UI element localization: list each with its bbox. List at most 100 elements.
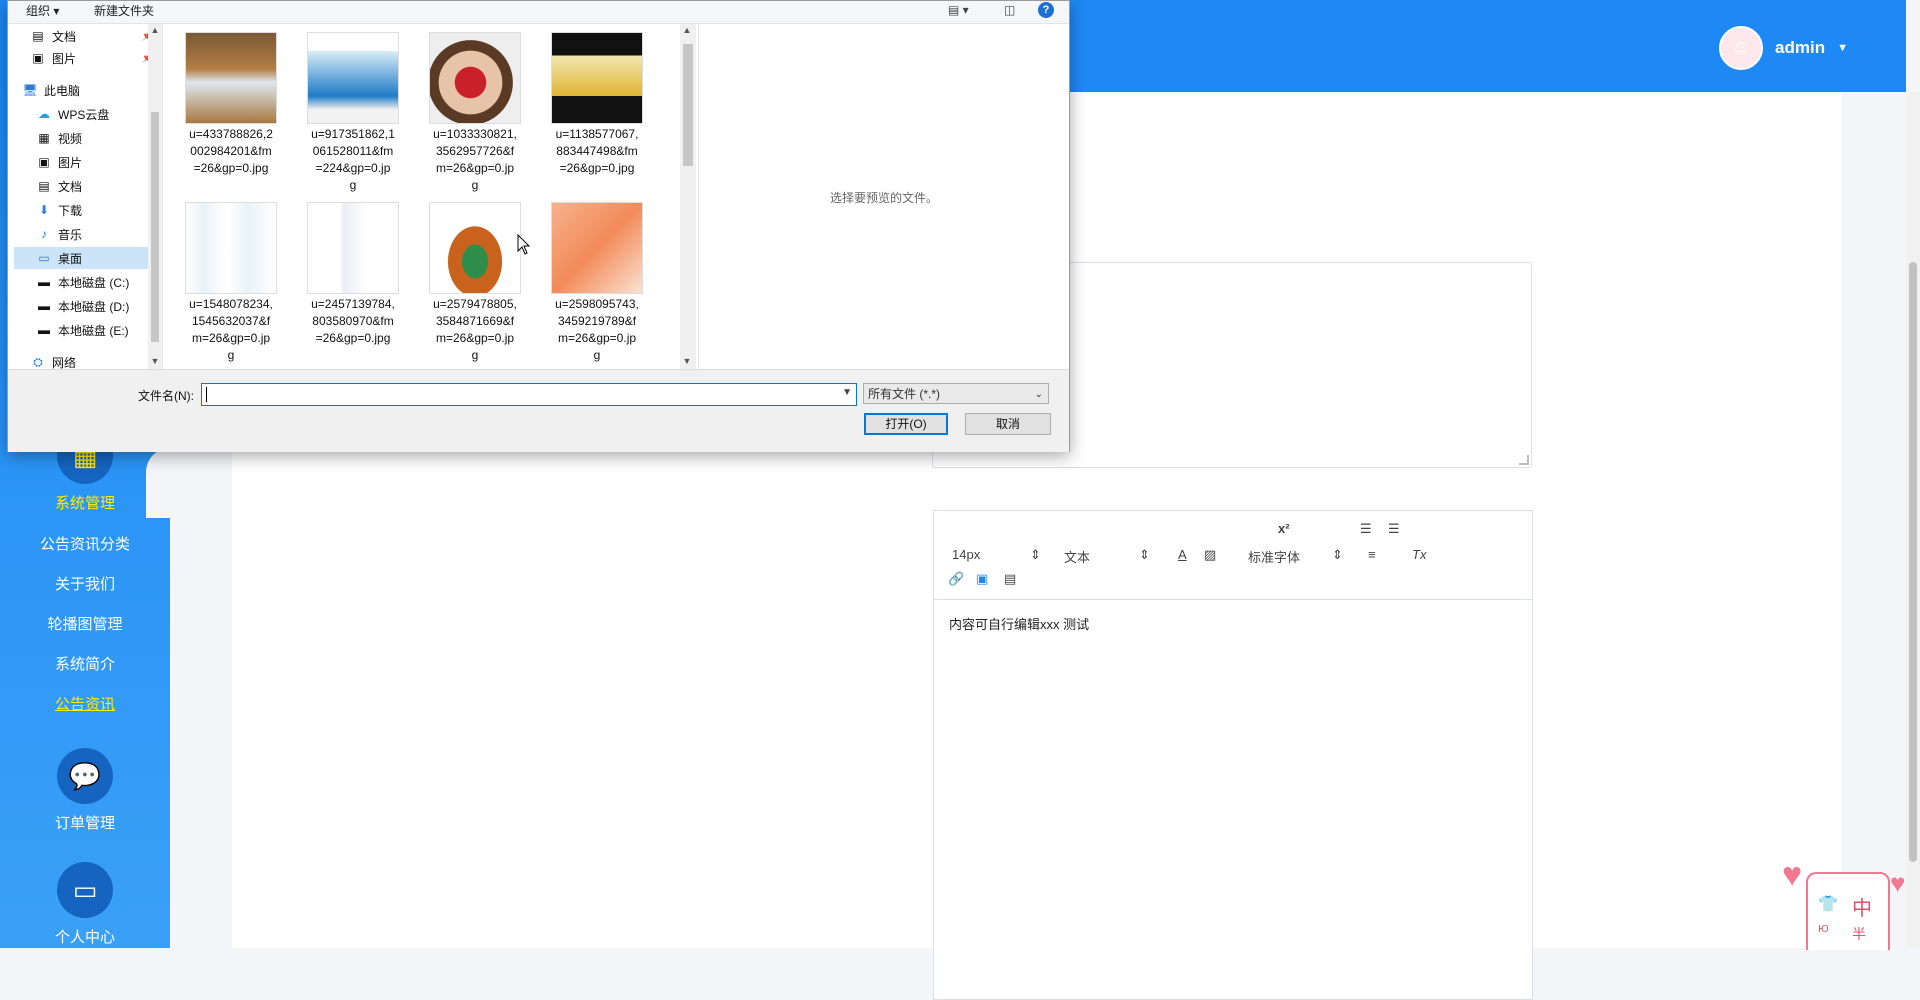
file-list-scrollbar-thumb[interactable] (683, 44, 693, 166)
file-item[interactable]: u=2598095743, 3459219789&f m=26&gp=0.jp … (542, 194, 652, 364)
scroll-up-icon[interactable]: ▲ (680, 25, 694, 35)
nav-item-pictures-2[interactable]: ▣ 图片 (36, 151, 82, 173)
nav-label: 本地磁盘 (C:) (58, 275, 130, 290)
font-family-chevron-icon[interactable]: ⇕ (1332, 547, 1343, 563)
chevron-down-icon[interactable]: ⌄ (1035, 384, 1043, 405)
sidebar-item-carousel-manage[interactable]: 轮播图管理 (0, 613, 170, 634)
sidebar-item-announcement[interactable]: 公告资讯 (0, 693, 170, 714)
pictures-icon: ▣ (38, 155, 50, 169)
font-family-select[interactable]: 标准字体 (1248, 547, 1300, 566)
format-select[interactable]: 文本 (1064, 547, 1090, 566)
font-size-select[interactable]: 14px (952, 547, 980, 562)
file-name: u=1033330821, 3562957726&f m=26&gp=0.jp … (433, 127, 517, 192)
file-name: u=2598095743, 3459219789&f m=26&gp=0.jp … (555, 297, 639, 362)
file-item[interactable]: u=1548078234, 1545632037&f m=26&gp=0.jp … (176, 194, 286, 364)
nav-item-pictures[interactable]: ▣图片📌 (30, 47, 154, 69)
nav-scrollbar-thumb[interactable] (151, 112, 159, 342)
nav-label: 本地磁盘 (E:) (58, 323, 129, 338)
nav-label: 视频 (58, 131, 83, 146)
file-item[interactable]: u=2579478805, 3584871669&f m=26&gp=0.jp … (420, 194, 530, 364)
nav-item-this-pc[interactable]: 🖥 此电脑 (22, 79, 80, 101)
nav-item-wps-cloud[interactable]: ☁ WPS云盘 (36, 103, 109, 125)
drive-icon: ▬ (38, 323, 50, 337)
image-icon[interactable]: ▣ (976, 571, 988, 587)
nav-item-videos[interactable]: ▦ 视频 (36, 127, 82, 149)
sidebar-item-about-us[interactable]: 关于我们 (0, 573, 170, 594)
nav-label: 音乐 (58, 227, 83, 242)
file-item[interactable]: u=2457139784, 803580970&fm =26&gp=0.jpg (298, 194, 408, 347)
card-icon[interactable]: ▭ (57, 862, 113, 918)
user-menu[interactable]: ☺ admin ▼ (1719, 26, 1848, 70)
file-list-scrollbar[interactable]: ▲ ▼ (680, 24, 696, 369)
sidebar-item-system-manage[interactable]: 系统管理 (0, 492, 170, 513)
mascot-widget[interactable]: ♥ ♥ 👕 中 Ю 半 (1780, 852, 1918, 950)
sidebar-item-system-intro[interactable]: 系统简介 (0, 653, 170, 674)
mascot-board: 👕 中 Ю 半 (1806, 872, 1890, 950)
drive-icon: ▬ (38, 299, 50, 313)
nav-item-desktop[interactable]: ▭ 桌面 (14, 247, 148, 269)
drive-icon: ▬ (38, 275, 50, 289)
chevron-down-icon[interactable]: ▼ (842, 387, 852, 398)
nav-item-documents[interactable]: ▤文档📌 (30, 25, 154, 47)
file-item[interactable]: u=433788826,2 002984201&fm =26&gp=0.jpg (176, 24, 286, 177)
cancel-button[interactable]: 取消 (965, 413, 1051, 435)
sidebar-item-announcement-category[interactable]: 公告资讯分类 (0, 533, 170, 554)
desktop-icon: ▭ (38, 251, 50, 265)
file-item[interactable]: u=917351862,1 061528011&fm =224&gp=0.jp … (298, 24, 408, 194)
file-item[interactable]: u=1033330821, 3562957726&f m=26&gp=0.jp … (420, 24, 530, 194)
username[interactable]: admin (1775, 38, 1825, 58)
font-color-icon[interactable]: A (1178, 547, 1187, 562)
new-folder-button[interactable]: 新建文件夹 (94, 2, 154, 19)
font-size-chevron-icon[interactable]: ⇕ (1030, 547, 1041, 563)
preview-placeholder: 选择要预览的文件。 (829, 191, 938, 205)
nav-scrollbar[interactable]: ▲ ▼ (148, 24, 162, 369)
indent-decrease-icon[interactable]: ☰ (1360, 521, 1372, 537)
nav-item-documents-2[interactable]: ▤ 文档 (36, 175, 82, 197)
cloud-icon: ☁ (38, 107, 50, 121)
chevron-down-icon[interactable]: ▼ (1837, 42, 1848, 54)
preview-pane-icon[interactable]: ◫ (1004, 3, 1015, 17)
organize-menu[interactable]: 组织 ▾ (26, 2, 59, 19)
file-thumbnail (429, 202, 521, 294)
filename-input[interactable]: ▼ (201, 383, 857, 406)
background-color-icon[interactable]: ▨ (1204, 547, 1216, 563)
nav-item-drive-d[interactable]: ▬ 本地磁盘 (D:) (36, 295, 129, 317)
scroll-down-icon[interactable]: ▼ (680, 356, 694, 366)
editor-content[interactable]: 内容可自行编辑xxx 测试 (934, 600, 1532, 647)
rich-text-editor[interactable]: x² ☰ ☰ 14px ⇕ 文本 ⇕ A ▨ 标准字体 ⇕ ≡ Tx 🔗 ▣ ▤… (933, 510, 1533, 1000)
editor-toolbar: x² ☰ ☰ 14px ⇕ 文本 ⇕ A ▨ 标准字体 ⇕ ≡ Tx 🔗 ▣ ▤ (934, 511, 1532, 600)
chat-icon[interactable]: 💬 (57, 748, 113, 804)
nav-item-downloads[interactable]: ⬇ 下载 (36, 199, 82, 221)
indent-increase-icon[interactable]: ☰ (1388, 521, 1400, 537)
sidebar-item-personal-center[interactable]: 个人中心 (0, 926, 170, 947)
superscript-icon[interactable]: x² (1278, 521, 1290, 536)
help-icon[interactable]: ? (1038, 2, 1054, 18)
file-name: u=2579478805, 3584871669&f m=26&gp=0.jp … (433, 297, 517, 362)
view-options-icon[interactable]: ▤ ▾ (948, 3, 969, 17)
avatar[interactable]: ☺ (1719, 26, 1764, 70)
clear-format-icon[interactable]: Tx (1412, 547, 1426, 562)
filetype-select[interactable]: 所有文件 (*.*) ⌄ (863, 383, 1049, 404)
link-icon[interactable]: 🔗 (948, 571, 964, 587)
mascot-text-2: 半 (1852, 927, 1866, 943)
nav-item-music[interactable]: ♪ 音乐 (36, 223, 82, 245)
resize-handle-icon[interactable] (1519, 455, 1529, 465)
file-thumbnail (551, 202, 643, 294)
format-chevron-icon[interactable]: ⇕ (1139, 547, 1150, 563)
page-scrollbar[interactable] (1906, 92, 1920, 948)
file-name: u=1138577067, 883447498&fm =26&gp=0.jpg (555, 127, 639, 175)
file-item[interactable]: u=1138577067, 883447498&fm =26&gp=0.jpg (542, 24, 652, 177)
nav-item-drive-e[interactable]: ▬ 本地磁盘 (E:) (36, 319, 129, 341)
page-scrollbar-thumb[interactable] (1909, 262, 1917, 862)
open-button[interactable]: 打开(O) (864, 413, 948, 435)
nav-label: WPS云盘 (58, 107, 110, 122)
align-left-icon[interactable]: ≡ (1368, 547, 1376, 562)
file-name: u=433788826,2 002984201&fm =26&gp=0.jpg (189, 127, 273, 175)
sidebar-item-order-manage[interactable]: 订单管理 (0, 812, 170, 833)
file-thumbnail (185, 202, 277, 294)
scroll-up-icon[interactable]: ▲ (148, 25, 162, 35)
nav-item-drive-c[interactable]: ▬ 本地磁盘 (C:) (36, 271, 129, 293)
video-icon[interactable]: ▤ (1004, 571, 1016, 587)
nav-label: 网络 (52, 355, 77, 370)
scroll-down-icon[interactable]: ▼ (148, 356, 162, 366)
